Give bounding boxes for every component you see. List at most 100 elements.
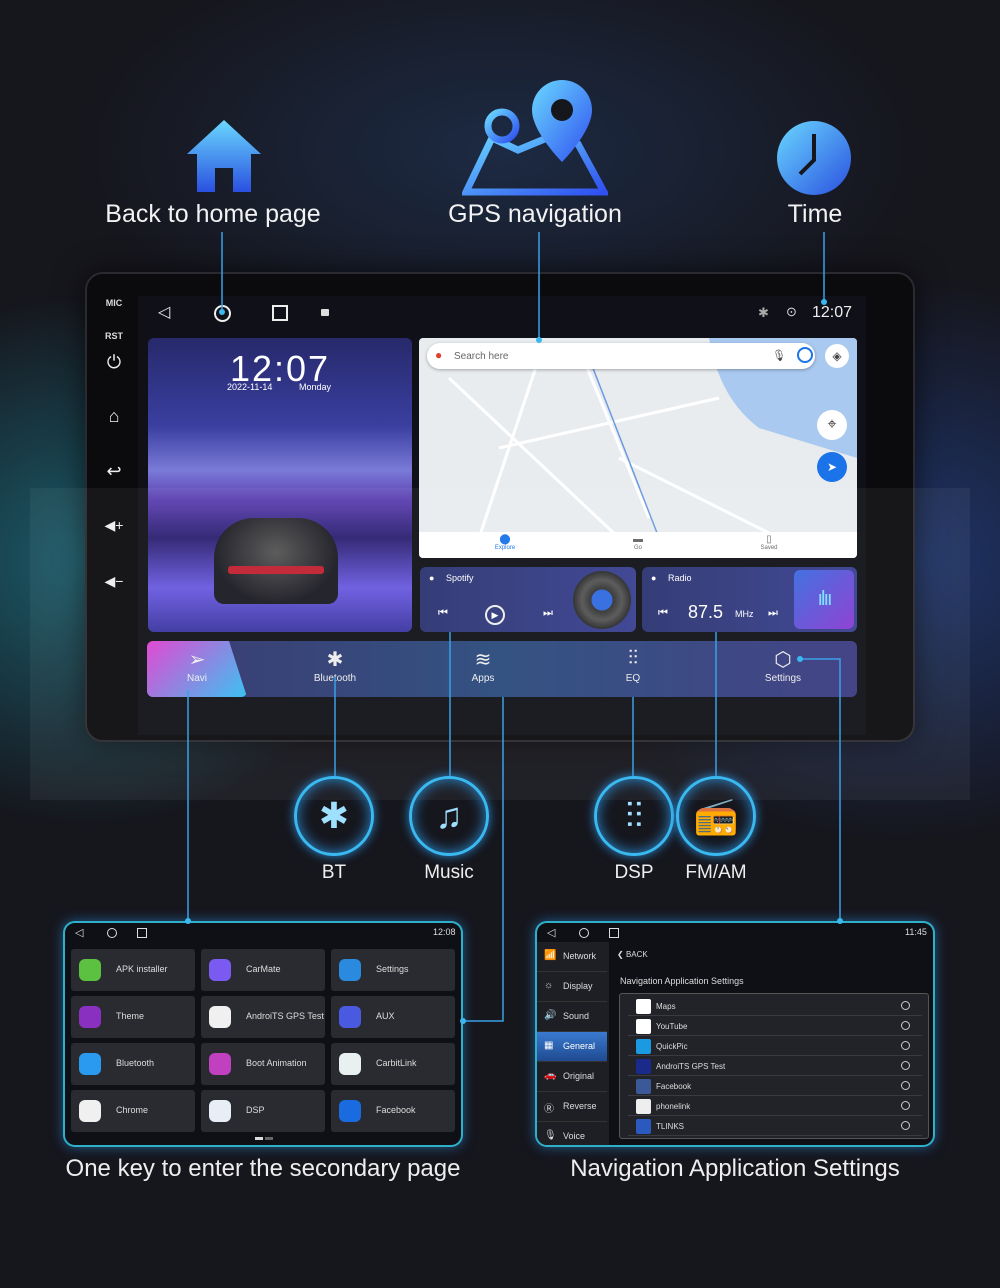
music-label: Music	[424, 862, 474, 883]
fmam-label: FM/AM	[685, 862, 747, 883]
apps-recents-button[interactable]	[137, 928, 147, 938]
app-icon	[79, 1100, 101, 1122]
mic-icon[interactable]: 🎙	[772, 349, 786, 362]
app-name: AndroiTS GPS Test	[656, 1062, 726, 1071]
app-label: Boot Animation	[246, 1058, 307, 1068]
sidebar-icon: 🔊	[544, 1010, 557, 1021]
status-time: 12:07	[812, 304, 853, 321]
app-label: AUX	[376, 1011, 395, 1021]
app-name: Maps	[656, 1002, 676, 1011]
map-search-placeholder: Search here	[454, 351, 509, 362]
settings-sidebar-item[interactable]: 📶 Network	[537, 942, 607, 972]
page-indicator-active	[255, 1137, 263, 1140]
settings-sidebar: 📶 Network ☼ Display 🔊 Sound ▦ General 🚗 Original Ⓡ…	[537, 942, 609, 1145]
settings-home-nav[interactable]	[579, 928, 589, 938]
app-tile[interactable]: Theme	[71, 996, 195, 1038]
app-icon	[636, 1119, 651, 1134]
app-tile[interactable]: Facebook	[331, 1090, 455, 1132]
radio-button[interactable]	[901, 1081, 910, 1090]
side-home-icon[interactable]: ⌂	[96, 406, 132, 427]
app-icon	[636, 1099, 651, 1114]
app-tile[interactable]: APK installer	[71, 949, 195, 991]
app-label: CarMate	[246, 964, 281, 974]
app-label: AndroiTS GPS Test	[246, 1011, 324, 1021]
radio-button[interactable]	[901, 1001, 910, 1010]
app-icon	[636, 999, 651, 1014]
screenshot-icon[interactable]	[321, 309, 329, 316]
back-nav-button[interactable]: ◁	[158, 302, 170, 322]
settings-recents-nav[interactable]	[609, 928, 619, 938]
back-button[interactable]: ❮ BACK	[617, 950, 648, 959]
settings-sidebar-item[interactable]: Ⓡ Reverse	[537, 1092, 607, 1122]
app-name: phonelink	[656, 1102, 691, 1111]
power-icon[interactable]: ⏻	[96, 352, 132, 373]
app-name: TLINKS	[656, 1122, 685, 1131]
app-tile[interactable]: Chrome	[71, 1090, 195, 1132]
nav-app-row[interactable]: TLINKS	[628, 1116, 922, 1136]
settings-caption: Navigation Application Settings	[570, 1155, 900, 1182]
app-tile[interactable]: Boot Animation	[201, 1043, 325, 1085]
side-back-icon[interactable]: ↩	[96, 461, 132, 482]
rst-button[interactable]: RST	[94, 331, 134, 341]
nav-app-row[interactable]: phonelink	[628, 1096, 922, 1116]
settings-sidebar-item[interactable]: 🚗 Original	[537, 1062, 607, 1092]
settings-title: Navigation Application Settings	[620, 976, 744, 986]
clock-day: Monday	[299, 382, 332, 392]
app-tile[interactable]: CarMate	[201, 949, 325, 991]
map-search-input[interactable]: ● Search here 🎙	[427, 343, 815, 369]
settings-back-nav[interactable]: ◁	[547, 926, 555, 939]
app-icon	[209, 1006, 231, 1028]
app-icon	[636, 1039, 651, 1054]
app-tile[interactable]: AUX	[331, 996, 455, 1038]
app-tile[interactable]: Bluetooth	[71, 1043, 195, 1085]
layers-icon[interactable]: ◈	[825, 344, 849, 368]
app-tile[interactable]: DSP	[201, 1090, 325, 1132]
apps-back-button[interactable]: ◁	[75, 926, 83, 939]
home-nav-button[interactable]	[214, 305, 231, 322]
nav-app-row[interactable]: Facebook	[628, 1076, 922, 1096]
apps-caption: One key to enter the secondary page	[65, 1155, 461, 1182]
time-label: Time	[787, 200, 843, 228]
watermark-band	[30, 488, 970, 800]
app-icon	[79, 1006, 101, 1028]
app-icon	[79, 1053, 101, 1075]
nav-app-row[interactable]: QuickPic	[628, 1036, 922, 1056]
nav-app-row[interactable]: AndroiTS GPS Test	[628, 1056, 922, 1076]
sidebar-label: Sound	[563, 1011, 590, 1021]
radio-icon: 📻	[676, 776, 756, 856]
nav-app-list: Maps YouTube QuickPic AndroiTS GPS Test Face…	[619, 993, 929, 1139]
nav-app-row[interactable]: YouTube	[628, 1016, 922, 1036]
app-tile[interactable]: AndroiTS GPS Test	[201, 996, 325, 1038]
settings-sidebar-item[interactable]: 🎙 Voice	[537, 1122, 607, 1145]
nav-app-row[interactable]: Maps	[628, 996, 922, 1016]
app-icon	[339, 1053, 361, 1075]
sidebar-label: General	[563, 1041, 596, 1051]
radio-button[interactable]	[901, 1021, 910, 1030]
recents-nav-button[interactable]	[272, 305, 288, 321]
app-name: QuickPic	[656, 1042, 688, 1051]
music-note-icon: ♫	[409, 776, 489, 856]
page-indicator[interactable]	[265, 1137, 273, 1140]
sidebar-icon: ☼	[544, 980, 554, 991]
back-label: BACK	[625, 950, 648, 959]
settings-sidebar-item[interactable]: ▦ General	[537, 1032, 607, 1062]
settings-sidebar-item[interactable]: 🔊 Sound	[537, 1002, 607, 1032]
radio-button[interactable]	[901, 1121, 910, 1130]
sidebar-label: Network	[563, 951, 597, 961]
app-icon	[209, 1100, 231, 1122]
app-name: Facebook	[656, 1082, 692, 1091]
app-label: Settings	[376, 964, 409, 974]
bt-label: BT	[321, 862, 347, 883]
app-tile[interactable]: Settings	[331, 949, 455, 991]
radio-button[interactable]	[901, 1041, 910, 1050]
settings-sidebar-item[interactable]: ☼ Display	[537, 972, 607, 1002]
my-location-button[interactable]: ⌖	[817, 410, 847, 440]
app-tile[interactable]: CarbitLink	[331, 1043, 455, 1085]
radio-button[interactable]	[901, 1061, 910, 1070]
radio-button[interactable]	[901, 1101, 910, 1110]
account-icon[interactable]	[797, 347, 813, 363]
apps-home-button[interactable]	[107, 928, 117, 938]
directions-button[interactable]: ➤	[817, 452, 847, 482]
sidebar-label: Display	[563, 981, 593, 991]
settings-screen: ◁ 11:45 📶 Network ☼ Display 🔊 Sound ▦ General 🚗 O…	[535, 921, 935, 1147]
